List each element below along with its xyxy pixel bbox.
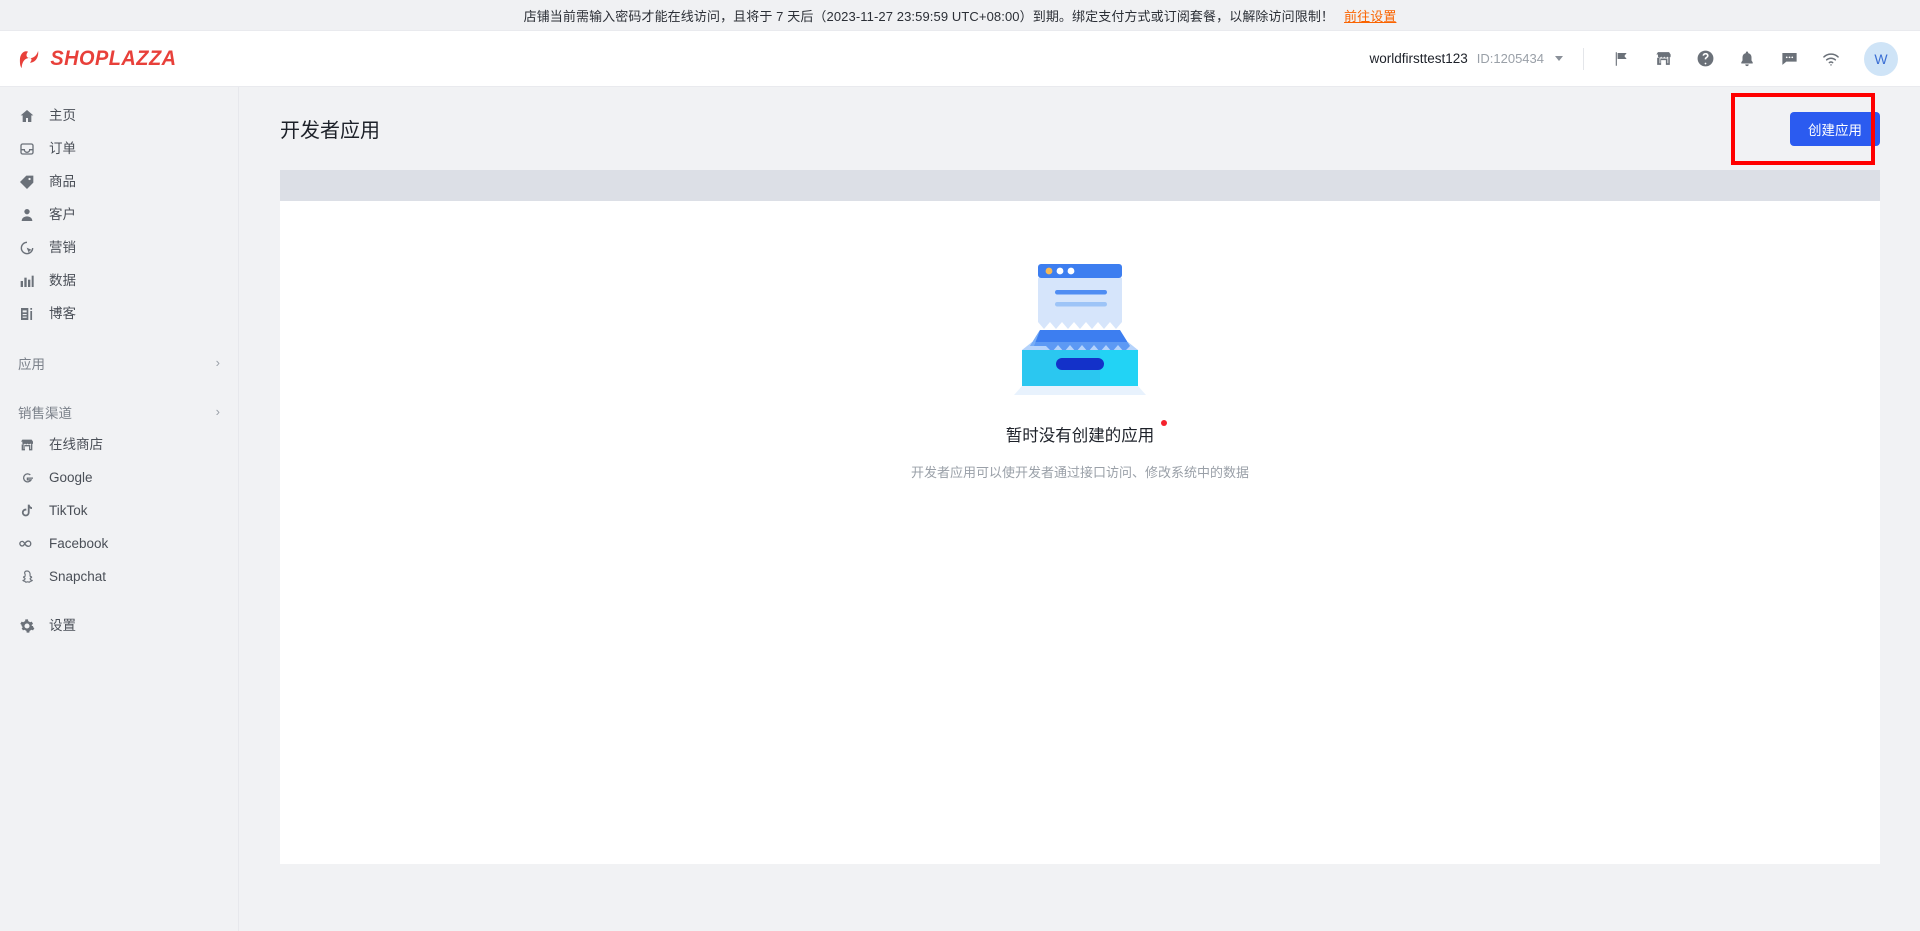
bell-icon[interactable] — [1726, 39, 1768, 79]
wifi-icon[interactable] — [1810, 39, 1852, 79]
empty-state-subtitle: 开发者应用可以使开发者通过接口访问、修改系统中的数据 — [911, 462, 1249, 481]
sidebar-spacer — [0, 379, 238, 395]
top-header: SHOPLAZZA worldfirsttest123 ID:1205434 — [0, 31, 1920, 87]
account-name: worldfirsttest123 — [1369, 51, 1467, 66]
page-header: 开发者应用 创建应用 — [239, 87, 1920, 170]
store-icon — [18, 437, 35, 453]
shoplazza-mark-icon — [18, 49, 40, 69]
page-header-actions: 创建应用 — [1790, 112, 1880, 146]
sidebar: 主页 订单 商品 客户 营销 — [0, 87, 239, 931]
flag-icon[interactable] — [1600, 39, 1642, 79]
sidebar-item-customers[interactable]: 客户 — [0, 198, 238, 231]
sidebar-item-label: Snapchat — [49, 570, 106, 584]
sidebar-item-products[interactable]: 商品 — [0, 165, 238, 198]
sidebar-item-blog[interactable]: 博客 — [0, 297, 238, 330]
create-app-button[interactable]: 创建应用 — [1790, 112, 1880, 146]
status-dot — [1161, 420, 1167, 426]
main-content: 开发者应用 创建应用 — [239, 87, 1920, 931]
avatar[interactable]: W — [1864, 42, 1898, 76]
brand-name: SHOPLAZZA — [50, 47, 176, 71]
page-title: 开发者应用 — [280, 114, 380, 143]
table-header-bar — [280, 170, 1880, 201]
store-icon[interactable] — [1642, 39, 1684, 79]
sidebar-item-orders[interactable]: 订单 — [0, 132, 238, 165]
sidebar-item-tiktok[interactable]: TikTok — [0, 494, 238, 527]
sidebar-item-label: 主页 — [49, 109, 76, 123]
chevron-down-icon — [1555, 56, 1563, 61]
sidebar-item-snapchat[interactable]: Snapchat — [0, 560, 238, 593]
account-id: ID:1205434 — [1477, 51, 1544, 66]
sidebar-spacer — [0, 330, 238, 346]
sidebar-item-label: 营销 — [49, 241, 76, 255]
empty-state-title: 暂时没有创建的应用 — [1006, 422, 1155, 446]
sidebar-spacer — [0, 593, 238, 609]
sidebar-item-label: 博客 — [49, 307, 76, 321]
user-icon — [18, 207, 35, 223]
blog-icon — [18, 306, 35, 322]
sidebar-section-label: 应用 — [18, 353, 45, 373]
sidebar-item-label: 订单 — [49, 142, 76, 156]
facebook-icon — [18, 535, 35, 552]
sidebar-item-facebook[interactable]: Facebook — [0, 527, 238, 560]
sidebar-item-label: 客户 — [49, 208, 76, 222]
snapchat-icon — [18, 569, 35, 585]
orders-icon — [18, 141, 35, 157]
sidebar-item-label: Google — [49, 471, 93, 485]
sidebar-section-sales-channels[interactable]: 销售渠道 › — [0, 395, 238, 428]
store-password-banner: 店铺当前需输入密码才能在线访问，且将于 7 天后（2023-11-27 23:5… — [0, 0, 1920, 31]
gear-icon — [18, 618, 35, 634]
empty-state-title-text: 暂时没有创建的应用 — [1006, 427, 1155, 445]
sidebar-item-settings[interactable]: 设置 — [0, 609, 238, 642]
brand-logo[interactable]: SHOPLAZZA — [0, 47, 239, 71]
sidebar-item-label: TikTok — [49, 504, 88, 518]
banner-text: 店铺当前需输入密码才能在线访问，且将于 7 天后（2023-11-27 23:5… — [524, 6, 1334, 25]
empty-box-illustration — [1000, 250, 1160, 400]
tag-icon — [18, 174, 35, 190]
tiktok-icon — [18, 503, 35, 519]
sidebar-item-label: 在线商店 — [49, 438, 103, 452]
home-icon — [18, 108, 35, 124]
google-icon — [18, 470, 35, 486]
empty-state-card: 暂时没有创建的应用 开发者应用可以使开发者通过接口访问、修改系统中的数据 — [280, 201, 1880, 864]
chevron-right-icon: › — [216, 405, 220, 418]
sidebar-item-analytics[interactable]: 数据 — [0, 264, 238, 297]
sidebar-item-label: 设置 — [49, 619, 76, 633]
marketing-icon — [18, 240, 35, 256]
account-menu[interactable]: worldfirsttest123 ID:1205434 — [1369, 51, 1563, 66]
sidebar-section-label: 销售渠道 — [18, 402, 72, 422]
sidebar-item-label: 数据 — [49, 274, 76, 288]
header-actions: worldfirsttest123 ID:1205434 — [1369, 39, 1920, 79]
analytics-icon — [18, 273, 35, 289]
banner-settings-link[interactable]: 前往设置 — [1344, 6, 1396, 25]
content-area: 暂时没有创建的应用 开发者应用可以使开发者通过接口访问、修改系统中的数据 — [239, 170, 1920, 864]
sidebar-item-label: Facebook — [49, 537, 108, 551]
sidebar-item-home[interactable]: 主页 — [0, 99, 238, 132]
header-divider — [1583, 48, 1584, 70]
app-body: 主页 订单 商品 客户 营销 — [0, 87, 1920, 931]
sidebar-item-google[interactable]: Google — [0, 461, 238, 494]
sidebar-item-label: 商品 — [49, 175, 76, 189]
chevron-right-icon: › — [216, 356, 220, 369]
avatar-initial: W — [1874, 51, 1887, 67]
sidebar-section-apps[interactable]: 应用 › — [0, 346, 238, 379]
sidebar-item-marketing[interactable]: 营销 — [0, 231, 238, 264]
help-icon[interactable] — [1684, 39, 1726, 79]
sidebar-item-online-store[interactable]: 在线商店 — [0, 428, 238, 461]
chat-icon[interactable] — [1768, 39, 1810, 79]
